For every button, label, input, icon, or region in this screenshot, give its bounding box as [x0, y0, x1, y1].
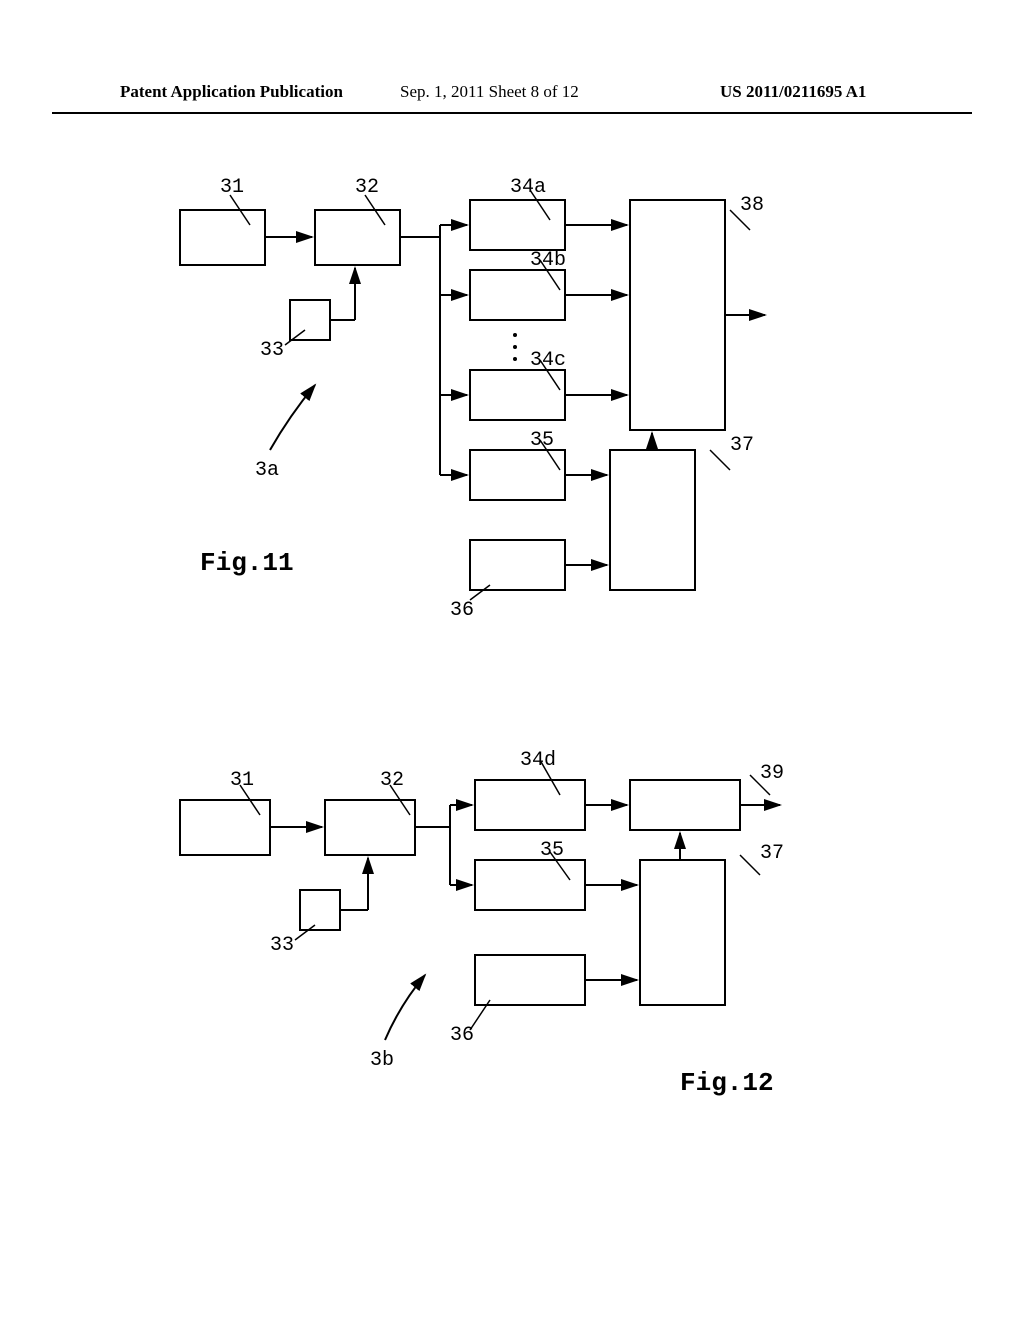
fig11-caption: Fig.11 [200, 548, 294, 578]
ref-34c: 34c [530, 349, 566, 372]
ref-36b: 36 [450, 1024, 474, 1047]
ref-35b: 35 [540, 839, 564, 862]
ref-33: 33 [260, 339, 284, 362]
ref-3b: 3b [370, 1049, 394, 1072]
ref-32b: 32 [380, 769, 404, 792]
ref-31: 31 [220, 176, 244, 199]
fig12-caption: Fig.12 [680, 1068, 774, 1098]
header-mid: Sep. 1, 2011 Sheet 8 of 12 [400, 82, 579, 102]
header-right: US 2011/0211695 A1 [720, 82, 866, 102]
ref-34a: 34a [510, 176, 546, 199]
figure-11: 31 32 33 34a 34b 34c 35 36 37 38 3a Fig.… [140, 170, 940, 650]
ref-33b: 33 [270, 934, 294, 957]
ref-32: 32 [355, 176, 379, 199]
ref-39: 39 [760, 762, 784, 785]
figure-12: 31 32 33 34d 35 36 37 39 3b Fig.12 [140, 740, 940, 1140]
ref-37b: 37 [760, 842, 784, 865]
ref-35: 35 [530, 429, 554, 452]
ref-37: 37 [730, 434, 754, 457]
ref-31b: 31 [230, 769, 254, 792]
ref-34b: 34b [530, 249, 566, 272]
ref-3a: 3a [255, 459, 279, 482]
header-left: Patent Application Publication [120, 82, 343, 102]
ref-36: 36 [450, 599, 474, 622]
ref-38: 38 [740, 194, 764, 217]
ref-34d: 34d [520, 749, 556, 772]
